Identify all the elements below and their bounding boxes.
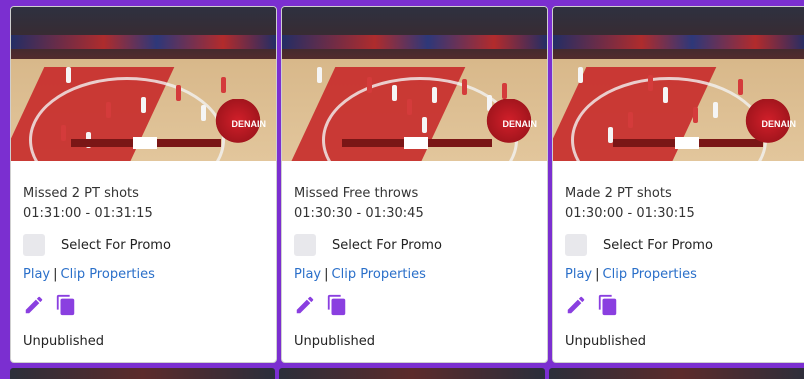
- publish-status: Unpublished: [294, 334, 375, 349]
- play-link[interactable]: Play: [294, 267, 321, 282]
- pencil-icon[interactable]: [23, 294, 45, 320]
- copy-icon[interactable]: [597, 294, 619, 320]
- clip-card: DENAIN Missed Free throws 01:30:30 - 01:…: [281, 6, 548, 363]
- select-for-promo-label: Select For Promo: [61, 237, 171, 253]
- clip-thumbnail-partial[interactable]: [10, 368, 276, 379]
- scoreboard-overlay: [342, 137, 492, 149]
- link-separator: |: [595, 267, 600, 282]
- team-logo-text: DENAIN: [761, 119, 796, 129]
- link-separator: |: [53, 267, 58, 282]
- scoreboard-overlay: [71, 137, 221, 149]
- clip-thumbnail[interactable]: DENAIN: [282, 7, 547, 161]
- clip-title: Made 2 PT shots: [565, 186, 672, 201]
- clip-card: DENAIN Made 2 PT shots 01:30:00 - 01:30:…: [552, 6, 804, 363]
- select-for-promo-checkbox[interactable]: [565, 234, 587, 256]
- team-logo-text: DENAIN: [502, 119, 537, 129]
- select-for-promo-label: Select For Promo: [332, 237, 442, 253]
- clip-thumbnail[interactable]: DENAIN: [11, 7, 276, 161]
- select-for-promo-checkbox[interactable]: [294, 234, 316, 256]
- clip-thumbnail-partial[interactable]: [548, 368, 804, 379]
- clip-properties-link[interactable]: Clip Properties: [61, 267, 155, 282]
- clip-title: Missed Free throws: [294, 186, 419, 201]
- clip-time-range: 01:30:00 - 01:30:15: [565, 206, 695, 221]
- pencil-icon[interactable]: [294, 294, 316, 320]
- team-logo-text: DENAIN: [231, 119, 266, 129]
- pencil-icon[interactable]: [565, 294, 587, 320]
- clip-properties-link[interactable]: Clip Properties: [603, 267, 697, 282]
- clip-card: DENAIN Missed 2 PT shots 01:31:00 - 01:3…: [10, 6, 277, 363]
- publish-status: Unpublished: [565, 334, 646, 349]
- clip-time-range: 01:31:00 - 01:31:15: [23, 206, 153, 221]
- clip-thumbnail-partial[interactable]: [279, 368, 545, 379]
- play-link[interactable]: Play: [23, 267, 50, 282]
- select-for-promo-checkbox[interactable]: [23, 234, 45, 256]
- publish-status: Unpublished: [23, 334, 104, 349]
- clip-properties-link[interactable]: Clip Properties: [332, 267, 426, 282]
- clip-time-range: 01:30:30 - 01:30:45: [294, 206, 424, 221]
- select-for-promo-label: Select For Promo: [603, 237, 713, 253]
- clip-grid: DENAIN Missed 2 PT shots 01:31:00 - 01:3…: [10, 6, 804, 363]
- link-separator: |: [324, 267, 329, 282]
- clip-thumbnail[interactable]: DENAIN: [553, 7, 804, 161]
- copy-icon[interactable]: [326, 294, 348, 320]
- play-link[interactable]: Play: [565, 267, 592, 282]
- copy-icon[interactable]: [55, 294, 77, 320]
- next-row-thumbnails: [10, 368, 804, 379]
- clip-title: Missed 2 PT shots: [23, 186, 139, 201]
